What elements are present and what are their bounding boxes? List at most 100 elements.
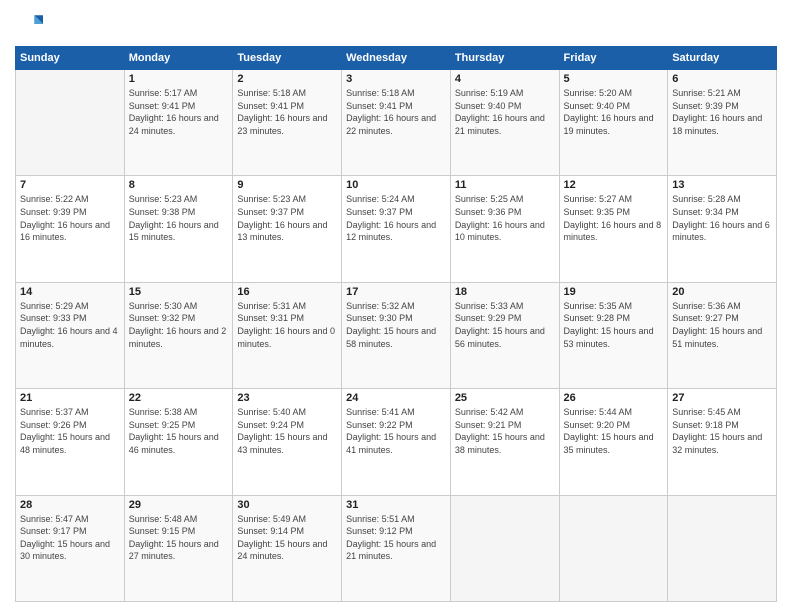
day-info: Sunrise: 5:18 AMSunset: 9:41 PMDaylight:… [346, 87, 446, 137]
day-number: 7 [20, 179, 120, 191]
calendar-cell: 7 Sunrise: 5:22 AMSunset: 9:39 PMDaylight… [16, 176, 125, 282]
calendar-cell: 13 Sunrise: 5:28 AMSunset: 9:34 PMDayligh… [668, 176, 777, 282]
logo [15, 10, 47, 38]
calendar-row: 28 Sunrise: 5:47 AMSunset: 9:17 PMDayligh… [16, 495, 777, 601]
calendar-row: 7 Sunrise: 5:22 AMSunset: 9:39 PMDaylight… [16, 176, 777, 282]
calendar-cell: 26 Sunrise: 5:44 AMSunset: 9:20 PMDayligh… [559, 389, 668, 495]
day-info: Sunrise: 5:33 AMSunset: 9:29 PMDaylight:… [455, 300, 555, 350]
day-info: Sunrise: 5:38 AMSunset: 9:25 PMDaylight:… [129, 406, 229, 456]
page: SundayMondayTuesdayWednesdayThursdayFrid… [0, 0, 792, 612]
header-day: Thursday [450, 47, 559, 70]
day-info: Sunrise: 5:23 AMSunset: 9:38 PMDaylight:… [129, 193, 229, 243]
header-day: Saturday [668, 47, 777, 70]
day-number: 21 [20, 392, 120, 404]
calendar-cell: 5 Sunrise: 5:20 AMSunset: 9:40 PMDaylight… [559, 70, 668, 176]
calendar-cell: 17 Sunrise: 5:32 AMSunset: 9:30 PMDayligh… [342, 282, 451, 388]
day-info: Sunrise: 5:32 AMSunset: 9:30 PMDaylight:… [346, 300, 446, 350]
day-info: Sunrise: 5:37 AMSunset: 9:26 PMDaylight:… [20, 406, 120, 456]
calendar-cell: 24Sunrise: 5:41 AMSunset: 9:22 PMDayligh… [342, 389, 451, 495]
day-number: 25 [455, 392, 555, 404]
day-number: 23 [237, 392, 337, 404]
calendar-cell: 19 Sunrise: 5:35 AMSunset: 9:28 PMDayligh… [559, 282, 668, 388]
calendar-cell: 29 Sunrise: 5:48 AMSunset: 9:15 PMDayligh… [124, 495, 233, 601]
day-number: 11 [455, 179, 555, 191]
calendar-cell: 10 Sunrise: 5:24 AMSunset: 9:37 PMDayligh… [342, 176, 451, 282]
calendar-cell: 20 Sunrise: 5:36 AMSunset: 9:27 PMDayligh… [668, 282, 777, 388]
day-number: 15 [129, 286, 229, 298]
calendar-cell: 23 Sunrise: 5:40 AMSunset: 9:24 PMDayligh… [233, 389, 342, 495]
calendar-cell: 12Sunrise: 5:27 AMSunset: 9:35 PMDayligh… [559, 176, 668, 282]
day-info: Sunrise: 5:31 AMSunset: 9:31 PMDaylight:… [237, 300, 337, 350]
calendar-row: 14Sunrise: 5:29 AMSunset: 9:33 PMDayligh… [16, 282, 777, 388]
calendar-cell: 8Sunrise: 5:23 AMSunset: 9:38 PMDaylight… [124, 176, 233, 282]
day-info: Sunrise: 5:35 AMSunset: 9:28 PMDaylight:… [564, 300, 664, 350]
day-info: Sunrise: 5:49 AMSunset: 9:14 PMDaylight:… [237, 513, 337, 563]
day-info: Sunrise: 5:36 AMSunset: 9:27 PMDaylight:… [672, 300, 772, 350]
calendar-cell: 27 Sunrise: 5:45 AMSunset: 9:18 PMDayligh… [668, 389, 777, 495]
calendar-cell: 31 Sunrise: 5:51 AMSunset: 9:12 PMDayligh… [342, 495, 451, 601]
day-number: 18 [455, 286, 555, 298]
day-number: 22 [129, 392, 229, 404]
day-number: 12 [564, 179, 664, 191]
calendar-cell: 28 Sunrise: 5:47 AMSunset: 9:17 PMDayligh… [16, 495, 125, 601]
header [15, 10, 777, 38]
calendar-cell: 21 Sunrise: 5:37 AMSunset: 9:26 PMDayligh… [16, 389, 125, 495]
header-day: Monday [124, 47, 233, 70]
day-number: 27 [672, 392, 772, 404]
day-info: Sunrise: 5:29 AMSunset: 9:33 PMDaylight:… [20, 300, 120, 350]
day-number: 6 [672, 73, 772, 85]
day-number: 29 [129, 499, 229, 511]
day-info: Sunrise: 5:30 AMSunset: 9:32 PMDaylight:… [129, 300, 229, 350]
calendar-cell: 15 Sunrise: 5:30 AMSunset: 9:32 PMDayligh… [124, 282, 233, 388]
day-info: Sunrise: 5:21 AMSunset: 9:39 PMDaylight:… [672, 87, 772, 137]
day-number: 9 [237, 179, 337, 191]
day-info: Sunrise: 5:44 AMSunset: 9:20 PMDaylight:… [564, 406, 664, 456]
header-day: Wednesday [342, 47, 451, 70]
day-info: Sunrise: 5:41 AMSunset: 9:22 PMDaylight:… [346, 406, 446, 456]
day-number: 28 [20, 499, 120, 511]
day-info: Sunrise: 5:18 AMSunset: 9:41 PMDaylight:… [237, 87, 337, 137]
day-info: Sunrise: 5:51 AMSunset: 9:12 PMDaylight:… [346, 513, 446, 563]
calendar-cell: 1Sunrise: 5:17 AMSunset: 9:41 PMDaylight… [124, 70, 233, 176]
calendar-cell [668, 495, 777, 601]
calendar-row: 21 Sunrise: 5:37 AMSunset: 9:26 PMDayligh… [16, 389, 777, 495]
day-info: Sunrise: 5:45 AMSunset: 9:18 PMDaylight:… [672, 406, 772, 456]
day-info: Sunrise: 5:19 AMSunset: 9:40 PMDaylight:… [455, 87, 555, 137]
day-number: 31 [346, 499, 446, 511]
day-info: Sunrise: 5:42 AMSunset: 9:21 PMDaylight:… [455, 406, 555, 456]
day-number: 13 [672, 179, 772, 191]
day-info: Sunrise: 5:22 AMSunset: 9:39 PMDaylight:… [20, 193, 120, 243]
calendar-cell: 6 Sunrise: 5:21 AMSunset: 9:39 PMDaylight… [668, 70, 777, 176]
calendar-cell: 30Sunrise: 5:49 AMSunset: 9:14 PMDayligh… [233, 495, 342, 601]
day-number: 5 [564, 73, 664, 85]
calendar-cell: 18 Sunrise: 5:33 AMSunset: 9:29 PMDayligh… [450, 282, 559, 388]
calendar-cell: 11 Sunrise: 5:25 AMSunset: 9:36 PMDayligh… [450, 176, 559, 282]
day-info: Sunrise: 5:25 AMSunset: 9:36 PMDaylight:… [455, 193, 555, 243]
day-info: Sunrise: 5:20 AMSunset: 9:40 PMDaylight:… [564, 87, 664, 137]
header-day: Friday [559, 47, 668, 70]
calendar-cell: 2 Sunrise: 5:18 AMSunset: 9:41 PMDaylight… [233, 70, 342, 176]
calendar-cell [450, 495, 559, 601]
day-info: Sunrise: 5:40 AMSunset: 9:24 PMDaylight:… [237, 406, 337, 456]
day-info: Sunrise: 5:24 AMSunset: 9:37 PMDaylight:… [346, 193, 446, 243]
calendar-cell: 16 Sunrise: 5:31 AMSunset: 9:31 PMDayligh… [233, 282, 342, 388]
calendar-cell: 3Sunrise: 5:18 AMSunset: 9:41 PMDaylight… [342, 70, 451, 176]
day-number: 19 [564, 286, 664, 298]
calendar-row: 1Sunrise: 5:17 AMSunset: 9:41 PMDaylight… [16, 70, 777, 176]
day-info: Sunrise: 5:48 AMSunset: 9:15 PMDaylight:… [129, 513, 229, 563]
day-info: Sunrise: 5:47 AMSunset: 9:17 PMDaylight:… [20, 513, 120, 563]
day-number: 17 [346, 286, 446, 298]
day-info: Sunrise: 5:23 AMSunset: 9:37 PMDaylight:… [237, 193, 337, 243]
calendar-cell: 4Sunrise: 5:19 AMSunset: 9:40 PMDaylight… [450, 70, 559, 176]
logo-icon [15, 10, 43, 38]
day-number: 1 [129, 73, 229, 85]
day-number: 26 [564, 392, 664, 404]
day-number: 20 [672, 286, 772, 298]
calendar-table: SundayMondayTuesdayWednesdayThursdayFrid… [15, 46, 777, 602]
calendar-cell [16, 70, 125, 176]
day-number: 16 [237, 286, 337, 298]
day-number: 2 [237, 73, 337, 85]
day-info: Sunrise: 5:28 AMSunset: 9:34 PMDaylight:… [672, 193, 772, 243]
calendar-cell: 14Sunrise: 5:29 AMSunset: 9:33 PMDayligh… [16, 282, 125, 388]
day-number: 10 [346, 179, 446, 191]
